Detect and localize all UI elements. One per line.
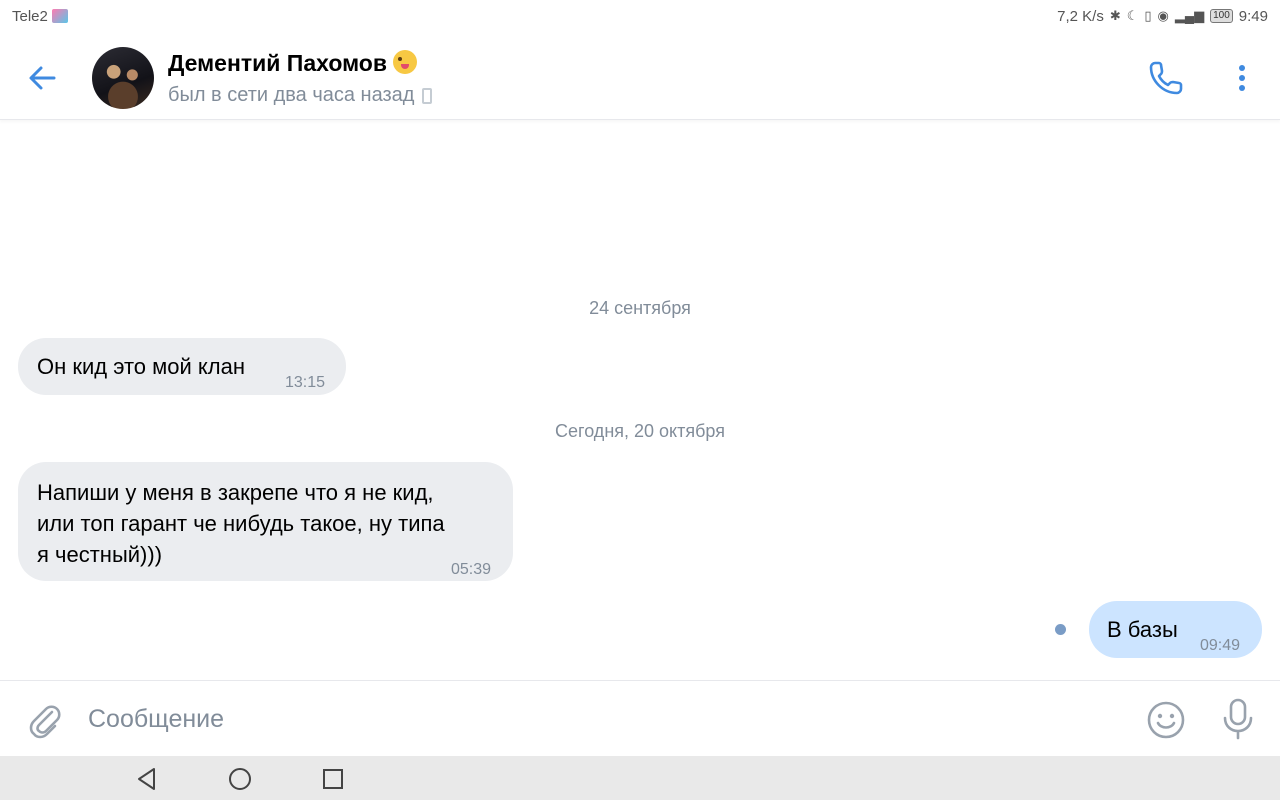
message-time: 13:15 [285, 374, 326, 391]
system-navigation-bar [0, 756, 1280, 800]
message-input[interactable] [88, 701, 1088, 737]
circle-home-icon [229, 768, 251, 790]
carrier-label: Tele2 [12, 7, 48, 25]
status-bar: Tele2 7,2 K/s ✱ ☾ ▯ ◉ ▂▄▆ 100 9:49 [0, 0, 1280, 32]
more-vertical-icon-dot [1239, 85, 1245, 91]
contact-status-text: был в сети два часа назад [168, 84, 415, 106]
clock: 9:49 [1238, 7, 1268, 25]
message-text-line: или топ гарант че нибудь такое, ну типа [37, 511, 445, 536]
voice-message-button[interactable] [1216, 696, 1260, 742]
vibrate-icon: ▯ [1144, 8, 1152, 23]
nav-recents-button[interactable] [320, 766, 346, 792]
battery-icon: 100 [1210, 9, 1233, 23]
more-vertical-icon-dot [1239, 75, 1245, 81]
paperclip-icon [29, 705, 61, 739]
avatar[interactable] [92, 47, 154, 109]
message-time: 05:39 [451, 561, 492, 578]
nav-home-button[interactable] [227, 766, 253, 792]
nav-back-button[interactable] [134, 766, 160, 792]
contact-status: был в сети два часа назад [168, 84, 433, 107]
mobile-device-icon [422, 87, 433, 104]
message-bubble-outgoing[interactable]: В базы 09:49 [1089, 601, 1262, 658]
silly-face-emoji-icon [392, 50, 417, 74]
contact-name-text: Дементий Пахомов [168, 50, 387, 76]
bluetooth-icon: ✱ [1109, 8, 1121, 23]
carrier-icon [51, 9, 68, 23]
signal-icon: ▂▄▆ [1174, 8, 1205, 23]
attach-button[interactable] [22, 698, 66, 742]
back-button[interactable] [22, 58, 62, 98]
message-bubble-incoming[interactable]: Напиши у меня в закрепе что я не кид, ил… [18, 462, 513, 581]
message-composer [0, 680, 1280, 756]
phone-icon [1149, 61, 1183, 95]
arrow-left-icon [29, 66, 56, 90]
eye-icon: ◉ [1157, 8, 1169, 23]
smile-icon [1147, 701, 1185, 739]
square-recents-icon [323, 769, 343, 789]
more-vertical-icon [1239, 65, 1245, 71]
unread-indicator [1055, 624, 1066, 635]
message-text-line: Напиши у меня в закрепе что я не кид, [37, 480, 434, 505]
more-options-button[interactable] [1226, 58, 1258, 98]
message-text-line: я честный))) [37, 542, 163, 567]
call-button[interactable] [1144, 56, 1188, 100]
triangle-back-icon [138, 768, 155, 790]
emoji-button[interactable] [1144, 698, 1188, 742]
chat-header: Дементий Пахомов был в сети два часа наз… [0, 32, 1280, 120]
network-speed: 7,2 K/s [1057, 7, 1104, 25]
date-separator: Сегодня, 20 октября [555, 421, 725, 441]
microphone-icon [1223, 698, 1253, 740]
date-separator: 24 сентября [589, 298, 691, 318]
message-time: 09:49 [1200, 637, 1241, 654]
message-bubble-incoming[interactable]: Он кид это мой клан 13:15 [18, 338, 346, 395]
contact-name[interactable]: Дементий Пахомов [168, 50, 417, 77]
status-bar-right: 7,2 K/s ✱ ☾ ▯ ◉ ▂▄▆ 100 9:49 [1057, 8, 1268, 25]
status-bar-left: Tele2 [12, 8, 68, 25]
moon-icon: ☾ [1126, 8, 1139, 23]
